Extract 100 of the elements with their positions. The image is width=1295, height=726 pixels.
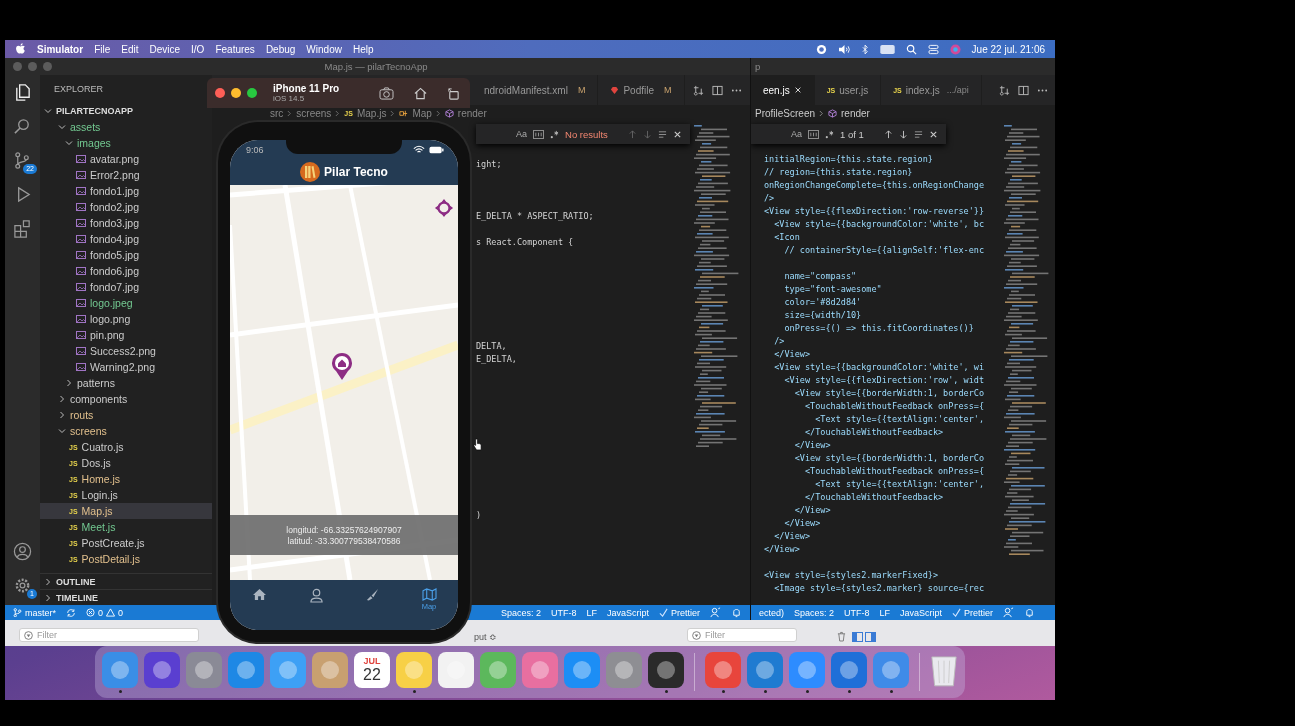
input-source-icon[interactable] bbox=[879, 44, 895, 54]
bluetooth-icon[interactable] bbox=[861, 43, 869, 55]
breadcrumb-item[interactable]: render bbox=[457, 107, 487, 119]
tree-item[interactable]: pin.png bbox=[40, 327, 212, 343]
breadcrumb-item[interactable]: src bbox=[270, 107, 284, 119]
tree-item[interactable]: Error2.png bbox=[40, 167, 212, 183]
app-icon[interactable] bbox=[396, 651, 432, 688]
tree-item[interactable]: images bbox=[40, 135, 212, 151]
status-item[interactable]: JavaScript bbox=[606, 607, 649, 618]
home-icon[interactable] bbox=[414, 86, 427, 100]
tree-item[interactable]: avatar.png bbox=[40, 151, 212, 167]
panel-toggle-icon[interactable] bbox=[852, 632, 876, 642]
search-icon[interactable] bbox=[13, 117, 32, 136]
sync-icon[interactable] bbox=[66, 607, 76, 618]
rotate-icon[interactable] bbox=[447, 86, 460, 100]
status-item[interactable]: Spaces: 2 bbox=[500, 607, 541, 618]
feedback-icon[interactable] bbox=[710, 607, 721, 618]
arrow-up-icon[interactable] bbox=[883, 129, 893, 139]
menu-item[interactable]: Window bbox=[306, 43, 342, 55]
breadcrumb-item[interactable]: ProfileScreen bbox=[755, 107, 816, 119]
editor-tab[interactable]: Podfile M bbox=[598, 75, 685, 105]
status-item[interactable]: ected) bbox=[759, 607, 784, 618]
whole-word-icon[interactable] bbox=[808, 129, 819, 139]
breadcrumb-item[interactable]: screens bbox=[296, 107, 332, 119]
menu-item[interactable]: Simulator bbox=[37, 43, 84, 55]
editor-tab[interactable]: een.js bbox=[751, 75, 815, 105]
tree-item[interactable]: routs bbox=[40, 407, 212, 423]
match-case-toggle[interactable]: Aa bbox=[516, 129, 527, 139]
arrow-down-icon[interactable] bbox=[898, 129, 908, 139]
tree-item[interactable]: logo.jpeg bbox=[40, 295, 212, 311]
tree-item[interactable]: screens bbox=[40, 423, 212, 439]
breadcrumb-item[interactable]: Map.js bbox=[356, 107, 387, 119]
bell-icon[interactable] bbox=[731, 607, 742, 618]
camera-icon[interactable] bbox=[379, 86, 394, 100]
regex-icon[interactable] bbox=[550, 129, 559, 139]
selection-filter-icon[interactable] bbox=[657, 129, 667, 139]
split-editor-icon[interactable] bbox=[1018, 84, 1029, 96]
regex-icon[interactable] bbox=[825, 129, 834, 139]
tree-item[interactable]: logo.png bbox=[40, 311, 212, 327]
status-item[interactable]: JavaScript bbox=[900, 607, 943, 618]
feedback-icon[interactable] bbox=[1003, 607, 1015, 618]
zoom-button[interactable] bbox=[247, 88, 257, 98]
output-menu[interactable]: put ≎ bbox=[474, 632, 497, 642]
menu-item[interactable]: Debug bbox=[265, 43, 296, 55]
tree-item[interactable]: fondo1.jpg bbox=[40, 183, 212, 199]
close-button[interactable] bbox=[215, 88, 225, 98]
menu-item[interactable]: Edit bbox=[121, 43, 139, 55]
tree-item[interactable]: Success2.png bbox=[40, 343, 212, 359]
close-icon[interactable] bbox=[672, 129, 682, 139]
tree-item[interactable]: patterns bbox=[40, 375, 212, 391]
files-icon[interactable] bbox=[13, 83, 32, 102]
selection-filter-icon[interactable] bbox=[913, 129, 923, 139]
status-item[interactable]: LF bbox=[586, 607, 597, 618]
editor-tab[interactable]: ndroidManifest.xml M bbox=[472, 75, 599, 105]
panel-section[interactable]: OUTLINE bbox=[40, 573, 212, 589]
calendar-app-icon[interactable]: JUL 22 bbox=[354, 651, 390, 688]
menu-item[interactable]: Features bbox=[215, 43, 255, 55]
tree-item[interactable]: fondo3.jpg bbox=[40, 215, 212, 231]
menu-item[interactable]: Device bbox=[149, 43, 181, 55]
breadcrumb-item[interactable]: Map bbox=[412, 107, 432, 119]
formatter-status[interactable]: Prettier bbox=[659, 607, 700, 618]
tree-item[interactable]: fondo2.jpg bbox=[40, 199, 212, 215]
app-icon[interactable] bbox=[438, 651, 474, 688]
apple-icon[interactable] bbox=[15, 43, 26, 55]
search-icon[interactable] bbox=[905, 43, 917, 55]
minimize-button[interactable] bbox=[231, 88, 241, 98]
crosshair-icon[interactable] bbox=[434, 198, 454, 218]
branch-icon[interactable] bbox=[13, 151, 32, 170]
problems-status[interactable]: 0 0 bbox=[86, 607, 124, 618]
close-icon[interactable] bbox=[793, 86, 802, 94]
status-item[interactable]: Spaces: 2 bbox=[794, 607, 835, 618]
breadcrumb-item[interactable]: render bbox=[841, 107, 870, 119]
trash-icon[interactable] bbox=[837, 631, 846, 642]
tree-item[interactable]: fondo6.jpg bbox=[40, 263, 212, 279]
menu-item[interactable]: I/O bbox=[191, 43, 205, 55]
project-folder[interactable]: PILARTECNOAPP bbox=[40, 103, 212, 119]
branch-status[interactable]: master* bbox=[13, 607, 56, 618]
tree-item[interactable]: fondo4.jpg bbox=[40, 231, 212, 247]
account-icon[interactable] bbox=[13, 542, 32, 561]
map-pin-icon[interactable] bbox=[330, 351, 354, 381]
control-center-icon[interactable] bbox=[927, 43, 939, 55]
tree-item[interactable]: Warning2.png bbox=[40, 359, 212, 375]
status-item[interactable]: UTF-8 bbox=[550, 607, 577, 618]
settings-icon[interactable] bbox=[13, 576, 32, 595]
status-item[interactable]: UTF-8 bbox=[844, 607, 870, 618]
menu-clock[interactable]: Jue 22 jul. 21:06 bbox=[971, 43, 1045, 55]
tree-item[interactable]: assets bbox=[40, 119, 212, 135]
compare-icon[interactable] bbox=[693, 84, 704, 96]
status-item[interactable]: LF bbox=[879, 607, 891, 618]
tree-item[interactable]: fondo7.jpg bbox=[40, 279, 212, 295]
split-editor-icon[interactable] bbox=[712, 84, 723, 96]
menu-item[interactable]: File bbox=[94, 43, 111, 55]
tab-bar-item[interactable] bbox=[251, 588, 267, 601]
bell-icon[interactable] bbox=[1024, 607, 1036, 618]
tab-bar-item[interactable] bbox=[309, 588, 323, 603]
match-case-toggle[interactable]: Aa bbox=[791, 129, 802, 139]
close-icon[interactable] bbox=[928, 129, 938, 139]
tab-bar-item[interactable] bbox=[365, 588, 379, 601]
speaker-icon[interactable] bbox=[837, 43, 851, 55]
app-icon[interactable] bbox=[648, 651, 684, 688]
